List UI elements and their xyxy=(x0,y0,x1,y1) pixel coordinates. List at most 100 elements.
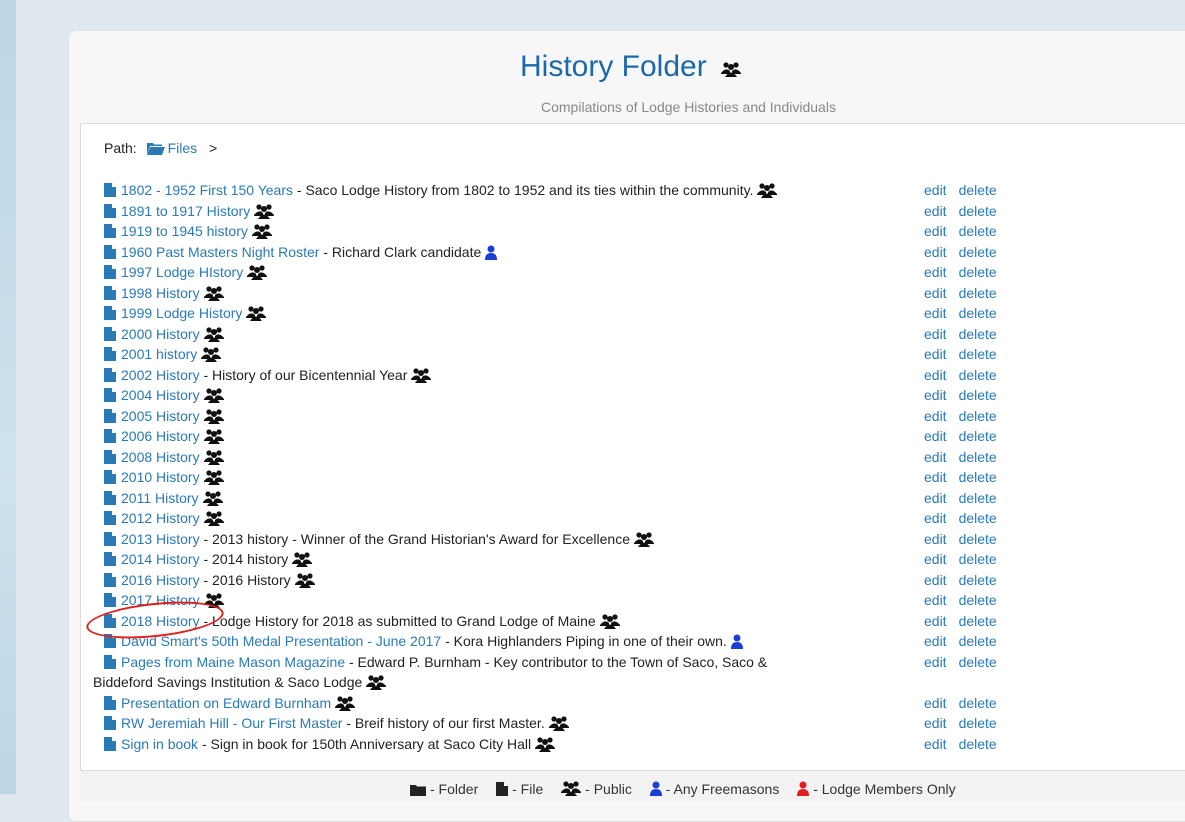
edit-link[interactable]: edit xyxy=(924,715,947,731)
file-link[interactable]: 1802 - 1952 First 150 Years xyxy=(104,182,293,198)
breadcrumb-files-label: Files xyxy=(167,140,198,156)
file-link[interactable]: 2006 History xyxy=(104,428,200,444)
file-link[interactable]: 2013 History xyxy=(104,531,200,547)
delete-link[interactable]: delete xyxy=(959,305,997,321)
edit-link[interactable]: edit xyxy=(924,264,947,280)
file-link[interactable]: 2008 History xyxy=(104,449,200,465)
file-icon xyxy=(104,736,116,757)
delete-link[interactable]: delete xyxy=(959,326,997,342)
delete-link[interactable]: delete xyxy=(959,633,997,649)
delete-link[interactable]: delete xyxy=(959,695,997,711)
file-link[interactable]: 2000 History xyxy=(104,326,200,342)
file-link[interactable]: 1997 Lodge HIstory xyxy=(104,264,243,280)
file-link[interactable]: RW Jeremiah Hill - Our First Master xyxy=(104,715,342,731)
file-icon xyxy=(104,387,116,408)
delete-link[interactable]: delete xyxy=(959,428,997,444)
file-actions: edit delete xyxy=(924,590,1009,611)
edit-link[interactable]: edit xyxy=(924,572,947,588)
edit-link[interactable]: edit xyxy=(924,305,947,321)
file-link[interactable]: 1919 to 1945 history xyxy=(104,223,248,239)
file-link[interactable]: 2002 History xyxy=(104,367,200,383)
delete-link[interactable]: delete xyxy=(959,592,997,608)
file-actions: edit delete xyxy=(924,734,1009,755)
file-actions: edit delete xyxy=(924,570,1009,591)
file-link[interactable]: Presentation on Edward Burnham xyxy=(104,695,331,711)
file-icon xyxy=(104,264,116,285)
file-link[interactable]: 2005 History xyxy=(104,408,200,424)
delete-link[interactable]: delete xyxy=(959,551,997,567)
edit-link[interactable]: edit xyxy=(924,449,947,465)
file-link[interactable]: 2001 history xyxy=(104,346,197,362)
file-name: RW Jeremiah Hill - Our First Master xyxy=(121,715,343,731)
file-row: David Smart's 50th Medal Presentation - … xyxy=(104,631,1164,652)
edit-link[interactable]: edit xyxy=(924,551,947,567)
edit-link[interactable]: edit xyxy=(924,428,947,444)
edit-link[interactable]: edit xyxy=(924,510,947,526)
file-name: David Smart's 50th Medal Presentation - … xyxy=(121,633,442,649)
edit-link[interactable]: edit xyxy=(924,736,947,752)
edit-link[interactable]: edit xyxy=(924,223,947,239)
edit-link[interactable]: edit xyxy=(924,326,947,342)
edit-link[interactable]: edit xyxy=(924,633,947,649)
file-link[interactable]: 1891 to 1917 History xyxy=(104,203,250,219)
breadcrumb-files-link[interactable]: Files xyxy=(141,140,201,156)
edit-link[interactable]: edit xyxy=(924,387,947,403)
file-link[interactable]: 2016 History xyxy=(104,572,200,588)
edit-link[interactable]: edit xyxy=(924,531,947,547)
file-link[interactable]: Pages from Maine Mason Magazine xyxy=(104,654,345,670)
public-group-icon xyxy=(721,51,742,85)
edit-link[interactable]: edit xyxy=(924,244,947,260)
delete-link[interactable]: delete xyxy=(959,715,997,731)
delete-link[interactable]: delete xyxy=(959,285,997,301)
edit-link[interactable]: edit xyxy=(924,285,947,301)
delete-link[interactable]: delete xyxy=(959,346,997,362)
delete-link[interactable]: delete xyxy=(959,654,997,670)
delete-link[interactable]: delete xyxy=(959,613,997,629)
file-icon xyxy=(104,531,116,552)
file-link[interactable]: 1998 History xyxy=(104,285,200,301)
file-actions: edit delete xyxy=(924,488,1009,509)
file-link[interactable]: 2014 History xyxy=(104,551,200,567)
delete-link[interactable]: delete xyxy=(959,490,997,506)
file-link[interactable]: 1960 Past Masters Night Roster xyxy=(104,244,319,260)
delete-link[interactable]: delete xyxy=(959,223,997,239)
file-link[interactable]: 2010 History xyxy=(104,469,200,485)
delete-link[interactable]: delete xyxy=(959,387,997,403)
file-link[interactable]: 2012 History xyxy=(104,510,200,526)
delete-link[interactable]: delete xyxy=(959,203,997,219)
file-name: 2001 history xyxy=(121,346,198,362)
delete-link[interactable]: delete xyxy=(959,367,997,383)
file-actions: edit delete xyxy=(924,529,1009,550)
edit-link[interactable]: edit xyxy=(924,367,947,383)
edit-link[interactable]: edit xyxy=(924,654,947,670)
file-link[interactable]: 2004 History xyxy=(104,387,200,403)
file-row: 2006 History edit delete xyxy=(104,426,1164,447)
edit-link[interactable]: edit xyxy=(924,203,947,219)
delete-link[interactable]: delete xyxy=(959,244,997,260)
file-actions: edit delete xyxy=(924,406,1009,427)
delete-link[interactable]: delete xyxy=(959,510,997,526)
file-name: Pages from Maine Mason Magazine xyxy=(121,653,346,670)
edit-link[interactable]: edit xyxy=(924,469,947,485)
file-row: 1919 to 1945 history edit delete xyxy=(104,221,1164,242)
file-link[interactable]: 1999 Lodge History xyxy=(104,305,242,321)
delete-link[interactable]: delete xyxy=(959,469,997,485)
file-link[interactable]: 2011 History xyxy=(104,490,199,506)
edit-link[interactable]: edit xyxy=(924,695,947,711)
edit-link[interactable]: edit xyxy=(924,592,947,608)
delete-link[interactable]: delete xyxy=(959,408,997,424)
edit-link[interactable]: edit xyxy=(924,408,947,424)
edit-link[interactable]: edit xyxy=(924,182,947,198)
file-link[interactable]: Sign in book xyxy=(104,736,198,752)
delete-link[interactable]: delete xyxy=(959,182,997,198)
delete-link[interactable]: delete xyxy=(959,531,997,547)
file-row: 2014 History - 2014 history edit delete xyxy=(104,549,1164,570)
edit-link[interactable]: edit xyxy=(924,490,947,506)
edit-link[interactable]: edit xyxy=(924,613,947,629)
delete-link[interactable]: delete xyxy=(959,736,997,752)
delete-link[interactable]: delete xyxy=(959,449,997,465)
delete-link[interactable]: delete xyxy=(959,264,997,280)
edit-link[interactable]: edit xyxy=(924,346,947,362)
file-row: RW Jeremiah Hill - Our First Master - Br… xyxy=(104,713,1164,734)
delete-link[interactable]: delete xyxy=(959,572,997,588)
